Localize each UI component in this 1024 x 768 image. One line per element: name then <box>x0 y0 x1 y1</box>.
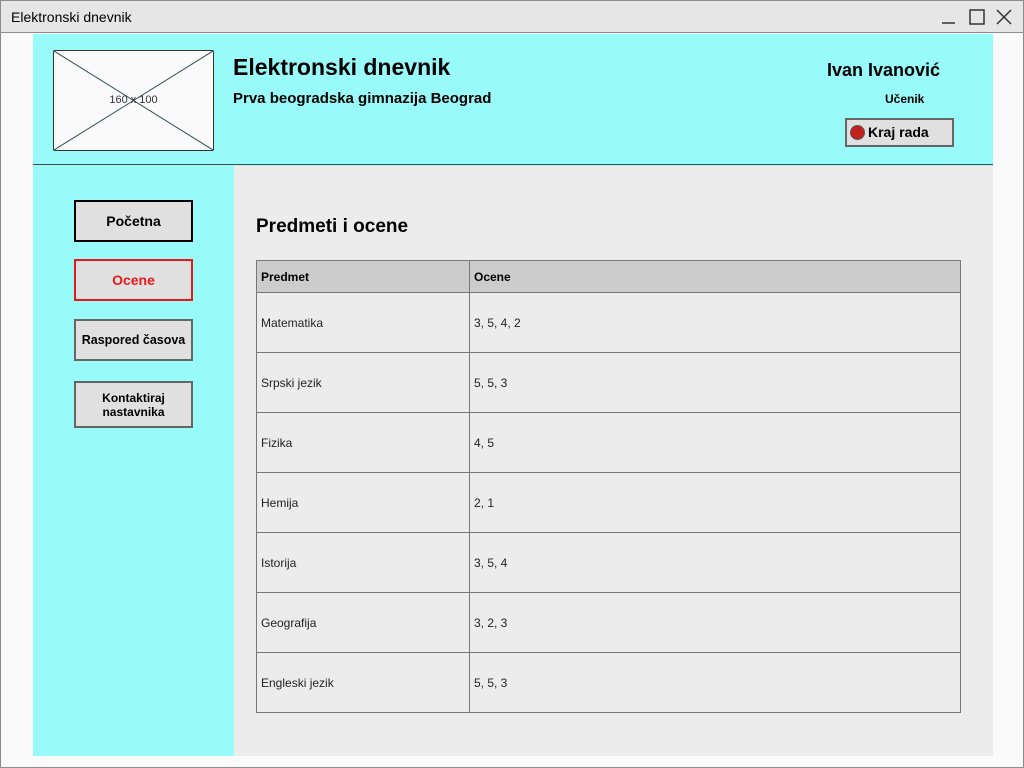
subject-cell: Hemija <box>256 472 470 533</box>
table-row: Hemija 2, 1 <box>256 472 961 533</box>
table-row: Geografija 3, 2, 3 <box>256 592 961 653</box>
table-row: Srpski jezik 5, 5, 3 <box>256 352 961 413</box>
sidebar: Početna Ocene Raspored časova Kontaktira… <box>33 166 234 756</box>
grades-cell: 3, 5, 4 <box>469 532 961 593</box>
nav-schedule-button[interactable]: Raspored časova <box>74 319 193 361</box>
subject-cell: Srpski jezik <box>256 352 470 413</box>
stop-icon <box>850 125 865 140</box>
table-row: Engleski jezik 5, 5, 3 <box>256 652 961 713</box>
minimize-icon[interactable] <box>939 7 959 27</box>
subject-cell: Matematika <box>256 292 470 353</box>
table-header-row: Predmet Ocene <box>256 260 961 293</box>
logout-button[interactable]: Kraj rada <box>845 118 954 147</box>
logo-size-label: 160 x 100 <box>109 94 158 106</box>
grades-cell: 5, 5, 3 <box>469 352 961 413</box>
grades-cell: 3, 2, 3 <box>469 592 961 653</box>
user-name: Ivan Ivanović <box>827 60 941 80</box>
main-content: Predmeti i ocene Predmet Ocene Matematik… <box>234 166 993 756</box>
grades-table: Predmet Ocene Matematika 3, 5, 4, 2 Srps… <box>256 260 961 713</box>
logo-placeholder: 160 x 100 <box>53 50 214 151</box>
grades-cell: 3, 5, 4, 2 <box>469 292 961 353</box>
window-title: Elektronski dnevnik <box>11 9 132 25</box>
page-header: 160 x 100 Elektronski dnevnik Prva beogr… <box>33 34 993 165</box>
grades-cell: 4, 5 <box>469 412 961 473</box>
table-row: Fizika 4, 5 <box>256 412 961 473</box>
app-content: 160 x 100 Elektronski dnevnik Prva beogr… <box>33 34 993 756</box>
nav-home-button[interactable]: Početna <box>74 200 193 242</box>
column-header-subject: Predmet <box>256 260 470 293</box>
subject-cell: Fizika <box>256 412 470 473</box>
nav-contact-teacher-button[interactable]: Kontaktiraj nastavnika <box>74 381 193 428</box>
logout-label: Kraj rada <box>868 124 929 140</box>
grades-cell: 5, 5, 3 <box>469 652 961 713</box>
subject-cell: Geografija <box>256 592 470 653</box>
grades-cell: 2, 1 <box>469 472 961 533</box>
close-icon[interactable] <box>994 7 1014 27</box>
subject-cell: Istorija <box>256 532 470 593</box>
table-row: Matematika 3, 5, 4, 2 <box>256 292 961 353</box>
app-window: Elektronski dnevnik 160 x 100 Elektronsk… <box>0 0 1024 768</box>
title-bar: Elektronski dnevnik <box>1 1 1023 33</box>
subject-cell: Engleski jezik <box>256 652 470 713</box>
app-title: Elektronski dnevnik <box>233 54 451 80</box>
maximize-icon[interactable] <box>967 7 987 27</box>
column-header-grades: Ocene <box>469 260 961 293</box>
school-name: Prva beogradska gimnazija Beograd <box>233 90 492 107</box>
user-role: Učenik <box>885 92 925 106</box>
page-title: Predmeti i ocene <box>256 216 409 237</box>
table-row: Istorija 3, 5, 4 <box>256 532 961 593</box>
nav-grades-button[interactable]: Ocene <box>74 259 193 301</box>
